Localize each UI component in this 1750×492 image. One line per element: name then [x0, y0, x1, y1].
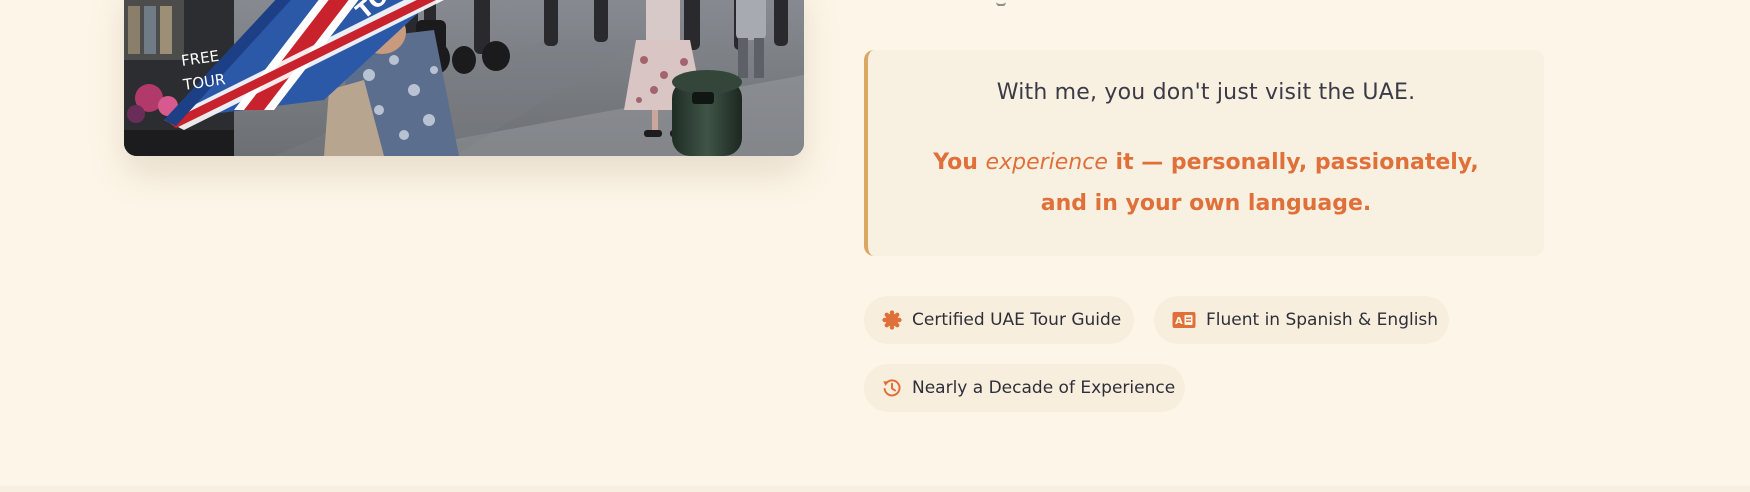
badge-certified: Certified UAE Tour Guide	[864, 296, 1134, 344]
badge-language: A Fluent in Spanish & English	[1154, 296, 1449, 344]
badge-experience-label: Nearly a Decade of Experience	[912, 378, 1176, 398]
badge-language-label: Fluent in Spanish & English	[1206, 310, 1439, 330]
history-icon	[882, 378, 902, 398]
tour-photo: FREE TOUR TOU F	[124, 0, 804, 156]
cut-off-text-fragment	[956, 0, 1036, 6]
svg-text:A: A	[1175, 316, 1183, 327]
certificate-icon	[882, 310, 902, 330]
badge-certified-label: Certified UAE Tour Guide	[912, 310, 1122, 330]
quote-line-experience: You experience it — personally, passiona…	[908, 142, 1504, 224]
quote-emphasis: experience	[985, 150, 1108, 175]
tour-photo-image: FREE TOUR TOU F	[124, 0, 804, 156]
quote-line-prefix: You	[933, 150, 986, 175]
section-bottom-edge	[0, 486, 1750, 492]
page: FREE TOUR TOU F With me, you don't just …	[0, 0, 1750, 492]
quote-box: With me, you don't just visit the UAE. Y…	[864, 50, 1544, 256]
language-icon: A	[1172, 310, 1196, 330]
quote-line-visit: With me, you don't just visit the UAE.	[996, 80, 1416, 105]
badge-experience: Nearly a Decade of Experience	[864, 364, 1185, 412]
